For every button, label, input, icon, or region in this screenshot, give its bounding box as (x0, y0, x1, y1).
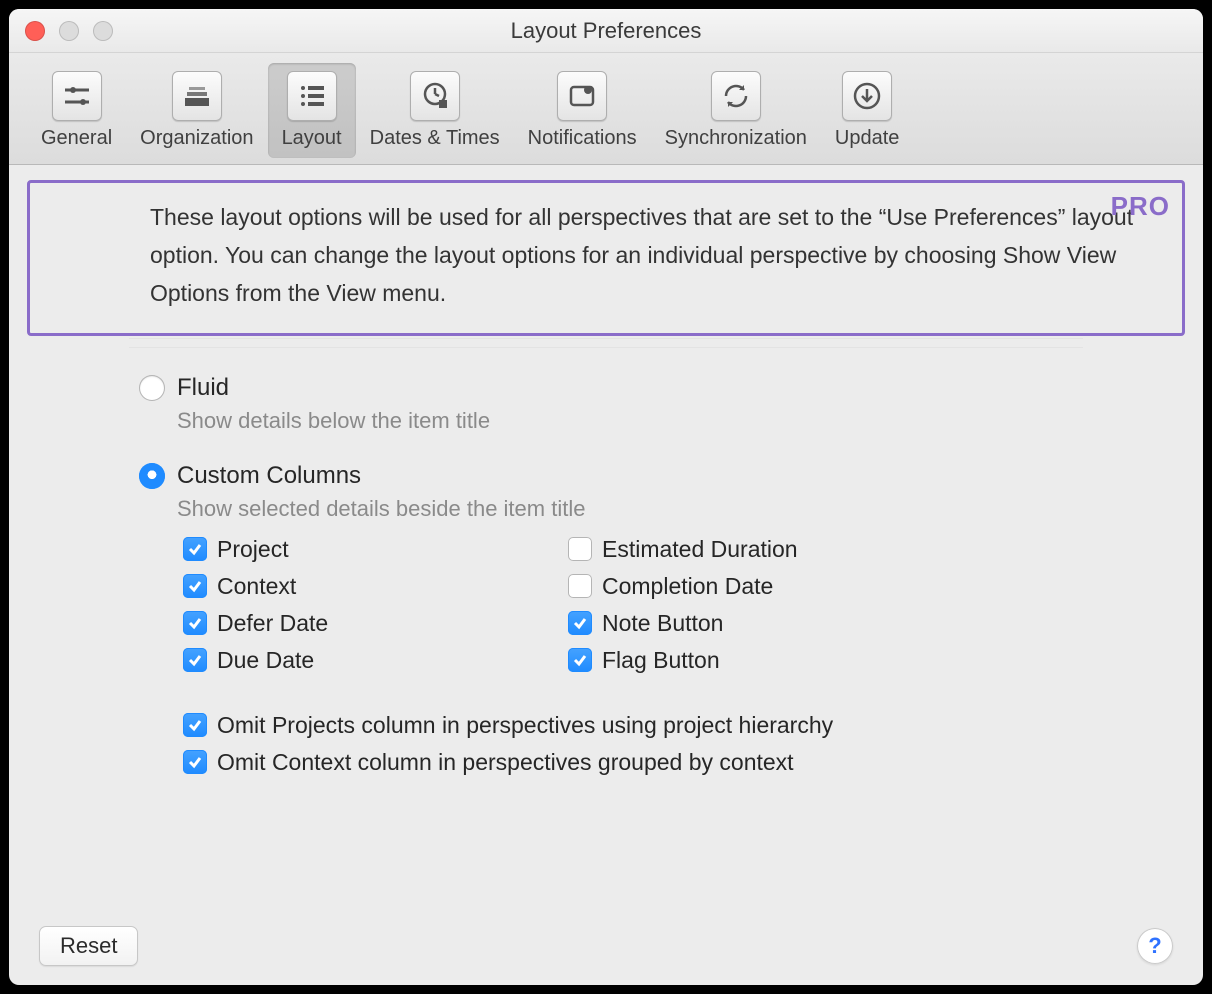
clock-icon (410, 71, 460, 121)
content: PRO These layout options will be used fo… (9, 180, 1203, 776)
notification-icon (557, 71, 607, 121)
info-callout: PRO These layout options will be used fo… (27, 180, 1185, 336)
radio-icon (139, 375, 165, 401)
checkbox-flag-button[interactable]: Flag Button (568, 647, 943, 674)
radio-desc: Show details below the item title (177, 408, 1163, 434)
sliders-icon (52, 71, 102, 121)
checkbox-icon (568, 537, 592, 561)
checkbox-note-button[interactable]: Note Button (568, 610, 943, 637)
pro-badge: PRO (1111, 191, 1170, 222)
tab-layout[interactable]: Layout (268, 63, 356, 158)
checkbox-label: Defer Date (217, 610, 328, 637)
checkbox-icon (568, 611, 592, 635)
checkbox-icon (183, 537, 207, 561)
sync-icon (711, 71, 761, 121)
checkbox-defer-date[interactable]: Defer Date (183, 610, 558, 637)
tab-synchronization[interactable]: Synchronization (651, 63, 821, 158)
checkbox-label: Project (217, 536, 289, 563)
list-icon (287, 71, 337, 121)
footer: Reset ? (9, 907, 1203, 985)
window-controls (25, 21, 113, 41)
checkbox-label: Completion Date (602, 573, 773, 600)
tab-general[interactable]: General (27, 63, 126, 158)
preferences-window: Layout Preferences General Organization … (9, 9, 1203, 985)
tab-organization[interactable]: Organization (126, 63, 267, 158)
toolbar: General Organization Layout Dates & Time… (9, 53, 1203, 165)
checkbox-label: Context (217, 573, 296, 600)
tab-dates-times[interactable]: Dates & Times (356, 63, 514, 158)
radio-label: Fluid (177, 374, 229, 402)
checkbox-icon (183, 713, 207, 737)
zoom-icon[interactable] (93, 21, 113, 41)
close-icon[interactable] (25, 21, 45, 41)
tab-label: Update (835, 127, 900, 150)
reset-button[interactable]: Reset (39, 926, 138, 966)
checkbox-label: Omit Projects column in perspectives usi… (217, 712, 833, 739)
tab-label: Dates & Times (370, 127, 500, 150)
checkbox-label: Omit Context column in perspectives grou… (217, 749, 794, 776)
window-title: Layout Preferences (9, 18, 1203, 44)
tab-update[interactable]: Update (821, 63, 914, 158)
tab-notifications[interactable]: Notifications (514, 63, 651, 158)
checkbox-omit-projects[interactable]: Omit Projects column in perspectives usi… (183, 712, 1163, 739)
checkbox-icon (183, 750, 207, 774)
layout-options: Fluid Show details below the item title … (9, 348, 1203, 776)
checkbox-icon (568, 574, 592, 598)
omit-checkboxes: Omit Projects column in perspectives usi… (183, 712, 1163, 776)
checkbox-icon (183, 574, 207, 598)
radio-icon (139, 463, 165, 489)
checkbox-omit-context[interactable]: Omit Context column in perspectives grou… (183, 749, 1163, 776)
checkbox-label: Estimated Duration (602, 536, 798, 563)
checkbox-icon (183, 648, 207, 672)
help-button[interactable]: ? (1137, 928, 1173, 964)
checkbox-icon (183, 611, 207, 635)
stack-icon (172, 71, 222, 121)
checkbox-due-date[interactable]: Due Date (183, 647, 558, 674)
callout-text: These layout options will be used for al… (150, 199, 1160, 313)
checkbox-completion-date[interactable]: Completion Date (568, 573, 943, 600)
checkbox-context[interactable]: Context (183, 573, 558, 600)
minimize-icon[interactable] (59, 21, 79, 41)
tab-label: Organization (140, 127, 253, 150)
divider (129, 338, 1083, 348)
radio-fluid[interactable]: Fluid (139, 374, 1163, 402)
radio-desc: Show selected details beside the item ti… (177, 496, 1163, 522)
radio-custom-columns[interactable]: Custom Columns (139, 462, 1163, 490)
checkbox-label: Note Button (602, 610, 723, 637)
tab-label: Layout (282, 127, 342, 150)
radio-label: Custom Columns (177, 462, 361, 490)
checkbox-project[interactable]: Project (183, 536, 558, 563)
checkbox-label: Due Date (217, 647, 314, 674)
download-icon (842, 71, 892, 121)
tab-label: General (41, 127, 112, 150)
checkbox-estimated-duration[interactable]: Estimated Duration (568, 536, 943, 563)
tab-label: Synchronization (665, 127, 807, 150)
checkbox-label: Flag Button (602, 647, 720, 674)
tab-label: Notifications (528, 127, 637, 150)
checkbox-icon (568, 648, 592, 672)
titlebar: Layout Preferences (9, 9, 1203, 53)
column-checkboxes: Project Estimated Duration Context Compl… (183, 536, 943, 674)
